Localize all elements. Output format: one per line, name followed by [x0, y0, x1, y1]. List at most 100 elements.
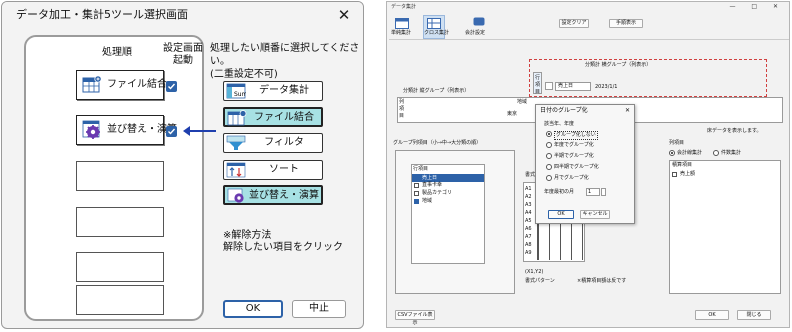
date-grouping-dialog: 日付のグループ化 ✕ 該当年、年度 グループ化しない 年度でグループ化 半期でグ…	[535, 104, 635, 224]
group-radio-month[interactable]	[546, 175, 552, 181]
grid-cell-a2: A2	[525, 194, 532, 200]
op-file-merge-button[interactable]: ファイル結合	[223, 107, 323, 127]
region-value: 東京	[507, 111, 518, 117]
op-label: 並び替え・演算	[249, 190, 319, 201]
ok-button[interactable]: OK	[695, 310, 729, 320]
order-slot-3[interactable]	[76, 161, 164, 191]
accounting-settings-icon[interactable]	[473, 17, 485, 26]
start-month-input[interactable]: 1	[586, 188, 600, 196]
op-sort-button[interactable]: ソート	[223, 160, 323, 180]
pattern-note: ×積算項目額は反です	[577, 278, 627, 284]
data-summary-window: データ集計 — □ ✕ 単純集計 クロス集計 会計設定 設定クリア 手順表示 分…	[386, 1, 790, 328]
settings-clear-button[interactable]: 設定クリア	[559, 19, 589, 28]
order-slot-5[interactable]	[76, 252, 164, 282]
row-item-text: 行項目	[535, 75, 541, 95]
pattern-label: 書式パターン	[525, 278, 555, 284]
grid-cell-a4: A4	[525, 210, 532, 216]
list-item-checkbox[interactable]	[414, 183, 419, 188]
close-icon[interactable]: ✕	[335, 6, 353, 24]
xy-label: (X1,Y2)	[525, 269, 544, 275]
sub-cancel-button[interactable]: キャンセル	[580, 210, 610, 219]
window-controls[interactable]: — □ ✕	[729, 3, 785, 10]
procedure-view-button[interactable]: 手順表示	[609, 19, 643, 28]
hint-text: 床データを表示します。	[707, 128, 762, 134]
op-filter-button[interactable]: フィルタ	[223, 133, 323, 153]
row-group-title: 分類計 縦グループ（列表示）	[403, 88, 470, 94]
gear-calc-icon	[227, 188, 244, 203]
op-data-summary-button[interactable]: Sum データ集計	[223, 81, 323, 101]
simple-summary-icon[interactable]	[395, 18, 409, 29]
group-option-month[interactable]: 月でグループ化	[554, 175, 589, 182]
row-item-list-header: 行項目	[413, 166, 429, 172]
note-line1: ※解除方法	[223, 230, 272, 241]
close-icon[interactable]: ✕	[625, 107, 630, 115]
startup-checkbox-1[interactable]	[166, 81, 177, 92]
op-reorder-calc-button[interactable]: 並び替え・演算	[223, 185, 323, 205]
startup-header-line2: 起動	[173, 55, 193, 66]
sort-arrows-icon	[226, 162, 246, 178]
group-radio-quarter[interactable]	[546, 164, 552, 170]
accounting-settings-label[interactable]: 会計設定	[465, 30, 485, 37]
calc-mode-radio-b[interactable]	[713, 150, 719, 156]
date-value: 2023/1/1	[595, 84, 618, 90]
sales-date-checkbox[interactable]	[545, 82, 553, 90]
aggregate-list[interactable]	[669, 160, 781, 294]
order-slot-4[interactable]	[76, 207, 164, 237]
list-item-label[interactable]: 製品カテゴリ	[422, 190, 452, 197]
cancel-button[interactable]: 中止	[292, 300, 346, 318]
list-item-label[interactable]: 売上日	[422, 175, 437, 182]
sales-date-field[interactable]: 売上日	[555, 82, 591, 91]
start-month-label: 年度最初の月	[544, 189, 575, 195]
group-radio-fiscal[interactable]	[546, 142, 552, 148]
region-header: 地域	[517, 99, 528, 105]
processing-order-panel: 処理順 設定画面 起動 ファイル結合 並び替え・演算	[24, 35, 204, 321]
list-item-checkbox[interactable]	[414, 191, 419, 196]
grid-cell-a9: A9	[525, 250, 532, 256]
calc-mode-radio-a[interactable]	[669, 150, 675, 156]
start-month-spinner[interactable]	[601, 188, 606, 196]
row-item-vertical-label: 行項目	[533, 72, 542, 95]
list-item-checkbox[interactable]	[414, 175, 419, 180]
instruction-line2: (二重設定不可)	[210, 69, 278, 80]
group-radio-none[interactable]	[546, 131, 552, 137]
group-option-half[interactable]: 半期でグループ化	[554, 153, 594, 160]
group-list-title: グループ列項目（小→中→大分類の順）	[393, 140, 482, 146]
op-label: ソート	[269, 164, 299, 175]
dialog-title: データ加工・集計5ツール選択画面	[2, 2, 363, 28]
calc-mode-b-label[interactable]: 件数集計	[721, 150, 741, 157]
close-button[interactable]: 閉じる	[737, 310, 771, 320]
op-label: データ集計	[259, 85, 309, 96]
grid-cell-a1: A1	[525, 186, 532, 192]
csv-view-button[interactable]: CSVファイル表示	[395, 310, 435, 326]
selection-arrow-icon	[183, 126, 216, 136]
sub-ok-button[interactable]: OK	[548, 210, 574, 219]
cross-summary-icon	[427, 18, 441, 29]
svg-text:Sum: Sum	[234, 91, 246, 98]
list-item-checkbox[interactable]	[414, 199, 419, 204]
grid-cell-a8: A8	[525, 242, 532, 248]
grid-cell-a7: A7	[525, 234, 532, 240]
gear-calc-icon	[82, 120, 100, 139]
order-slot-1[interactable]: ファイル結合	[76, 70, 167, 100]
ok-button[interactable]: OK	[223, 300, 283, 318]
order-slot-2[interactable]: 並び替え・演算	[76, 115, 177, 145]
group-radio-half[interactable]	[546, 153, 552, 159]
sum-table-icon: Sum	[226, 83, 246, 99]
list-item-label[interactable]: 地域	[422, 198, 432, 205]
group-option-none[interactable]: グループ化しない	[554, 131, 598, 140]
startup-checkbox-2[interactable]	[166, 126, 177, 137]
aggregate-item-label[interactable]: 売上額	[680, 171, 695, 178]
calc-mode-a-label[interactable]: 会計線集計	[677, 150, 702, 157]
list-item-label[interactable]: 直事卡幸	[422, 182, 442, 189]
aggregate-checkbox[interactable]	[672, 172, 677, 177]
simple-summary-label[interactable]: 単純集計	[391, 30, 411, 37]
order-slot-6[interactable]	[76, 285, 164, 315]
group-option-quarter[interactable]: 四半期でグループ化	[554, 164, 599, 171]
grid-cell-a6: A6	[525, 226, 532, 232]
grid-cell-a3: A3	[525, 202, 532, 208]
file-merge-icon	[82, 75, 102, 93]
cross-summary-label: クロス集計	[424, 30, 450, 36]
funnel-filter-icon	[226, 135, 246, 150]
group-option-fiscal[interactable]: 年度でグループ化	[554, 142, 594, 149]
column-item-vertical-label: 列項目	[399, 99, 405, 119]
